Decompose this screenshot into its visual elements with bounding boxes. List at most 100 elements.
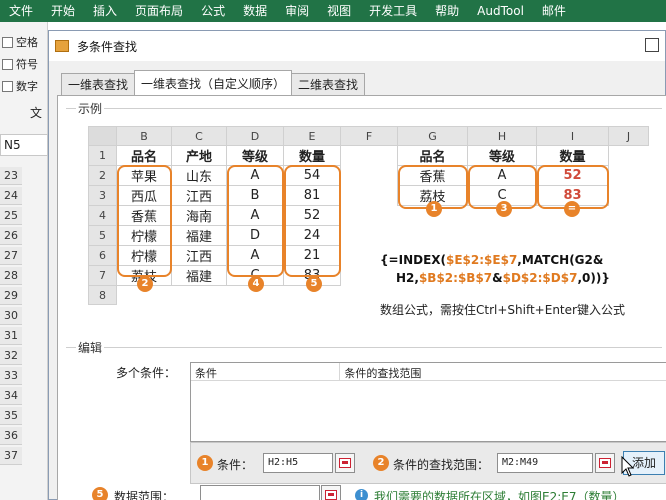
- example-group-label: 示例: [76, 100, 105, 117]
- table-cell: A: [226, 245, 284, 266]
- ribbon-tab-review[interactable]: 审阅: [276, 0, 318, 22]
- table-cell: 福建: [171, 225, 227, 246]
- dialog-titlebar: 多条件查找: [49, 31, 665, 61]
- table-cell: 24: [283, 225, 341, 246]
- column-header-range[interactable]: 条件的查找范围: [340, 363, 666, 380]
- ribbon-tab-insert[interactable]: 插入: [84, 0, 126, 22]
- range-select-icon: [325, 490, 337, 500]
- table-cell: 山东: [171, 165, 227, 186]
- blank-cell: [609, 166, 649, 186]
- bg-row-number: 25: [0, 207, 22, 225]
- tab-panel: 示例 B C D E F G H I J 1 品名 产地 等级 数量 品名 等级…: [57, 95, 666, 500]
- table-cell: A: [226, 165, 284, 186]
- table-cell: 52: [283, 205, 341, 226]
- array-formula-note: 数组公式，需按住Ctrl+Shift+Enter键入公式: [380, 303, 625, 317]
- data-range-input[interactable]: [200, 485, 320, 500]
- app-icon: [55, 40, 69, 52]
- multi-condition-lookup-dialog: 多条件查找 一维表查找 一维表查找（自定义顺序） 二维表查找 示例 B C D …: [48, 30, 666, 500]
- bg-row-number: 35: [0, 407, 22, 425]
- blank-cell: [341, 166, 398, 186]
- badge-1: 1: [197, 455, 213, 471]
- ribbon-tab-audtool[interactable]: AudTool: [468, 0, 533, 22]
- table-cell: B: [226, 185, 284, 206]
- ribbon-tab-developer[interactable]: 开发工具: [360, 0, 426, 22]
- tab-1d-lookup-custom-order[interactable]: 一维表查找（自定义顺序）: [134, 70, 293, 96]
- badge-5: 5: [92, 487, 108, 500]
- column-header-condition[interactable]: 条件: [191, 363, 341, 380]
- edit-group-line: [66, 347, 662, 348]
- tab-1d-lookup[interactable]: 一维表查找: [61, 73, 136, 95]
- row-number: 7: [88, 265, 117, 286]
- ribbon-tab-data[interactable]: 数据: [234, 0, 276, 22]
- condition-list[interactable]: 条件 条件的查找范围: [190, 362, 666, 442]
- table-cell: 苹果: [116, 165, 172, 186]
- checkbox-icon: [2, 58, 13, 70]
- ribbon-tabs: 文件 开始 插入 页面布局 公式 数据 审阅 视图 开发工具 帮助 AudToo…: [0, 0, 666, 22]
- badge-2: 2: [137, 276, 153, 292]
- blank-cell: [341, 206, 649, 226]
- col-header: F: [340, 126, 398, 146]
- row-number: 2: [88, 165, 117, 186]
- table-cell: D: [226, 225, 284, 246]
- name-box[interactable]: N5: [0, 134, 48, 156]
- range-input[interactable]: M2:M49: [497, 453, 593, 473]
- range-label: 条件的查找范围：: [393, 458, 490, 472]
- header-cell-qty: 数量: [536, 145, 609, 166]
- col-header: D: [226, 126, 284, 146]
- data-range-ref-button[interactable]: [321, 485, 341, 500]
- header-cell-grade: 等级: [467, 145, 537, 166]
- ribbon-tab-page-layout[interactable]: 页面布局: [126, 0, 192, 22]
- col-header: H: [467, 126, 537, 146]
- col-header: J: [608, 126, 649, 146]
- table-cell: A: [226, 205, 284, 226]
- bg-row-number: 33: [0, 367, 22, 385]
- bg-row-number: 27: [0, 247, 22, 265]
- table-cell: 81: [283, 185, 341, 206]
- badge-1: 1: [426, 201, 442, 217]
- badge-equals: =: [564, 201, 580, 217]
- sheet-corner: [88, 126, 117, 146]
- ribbon-tab-home[interactable]: 开始: [42, 0, 84, 22]
- blank-cell: [609, 146, 649, 166]
- tab-2d-lookup[interactable]: 二维表查找: [291, 73, 366, 95]
- ribbon-tab-file[interactable]: 文件: [0, 0, 42, 22]
- bg-row-number: 37: [0, 447, 22, 465]
- row-number: 1: [88, 145, 117, 166]
- bg-option-space[interactable]: 空格: [2, 34, 38, 50]
- maximize-icon[interactable]: [645, 38, 659, 52]
- table-cell: A: [467, 165, 537, 186]
- bg-row-number: 28: [0, 267, 22, 285]
- header-cell-qty: 数量: [283, 145, 341, 166]
- condition-input[interactable]: H2:H5: [263, 453, 333, 473]
- condition-input-bar: 1 条件： H2:H5 2 条件的查找范围： M2:M49 添加: [190, 442, 666, 484]
- table-cell: 54: [283, 165, 341, 186]
- multi-condition-label: 多个条件：: [116, 366, 177, 380]
- bg-row-number: 26: [0, 227, 22, 245]
- ribbon-tab-formulas[interactable]: 公式: [192, 0, 234, 22]
- condition-list-header: 条件 条件的查找范围: [191, 363, 666, 381]
- blank-cell: [609, 186, 649, 206]
- bg-option-number[interactable]: 数字: [2, 78, 38, 94]
- bg-row-number: 23: [0, 167, 22, 185]
- example-group-line: [66, 108, 662, 109]
- bg-row-number: 36: [0, 427, 22, 445]
- range-ref-button[interactable]: [595, 453, 615, 473]
- col-header: B: [116, 126, 172, 146]
- table-cell: 香蕉: [397, 165, 468, 186]
- ribbon-tab-mail[interactable]: 邮件: [533, 0, 575, 22]
- table-cell: 江西: [171, 245, 227, 266]
- condition-ref-button[interactable]: [335, 453, 355, 473]
- range-select-icon: [599, 458, 611, 468]
- blank-cell: [341, 226, 649, 246]
- row-number: 6: [88, 245, 117, 266]
- header-cell-name: 品名: [397, 145, 468, 166]
- bg-option-symbol[interactable]: 符号: [2, 56, 38, 72]
- result-cell: 52: [536, 165, 609, 186]
- ribbon-tab-help[interactable]: 帮助: [426, 0, 468, 22]
- col-header: I: [536, 126, 609, 146]
- header-cell-name: 品名: [116, 145, 172, 166]
- blank-cell: [341, 146, 398, 166]
- row-number: 8: [88, 285, 117, 305]
- ribbon-tab-view[interactable]: 视图: [318, 0, 360, 22]
- table-cell: 柠檬: [116, 245, 172, 266]
